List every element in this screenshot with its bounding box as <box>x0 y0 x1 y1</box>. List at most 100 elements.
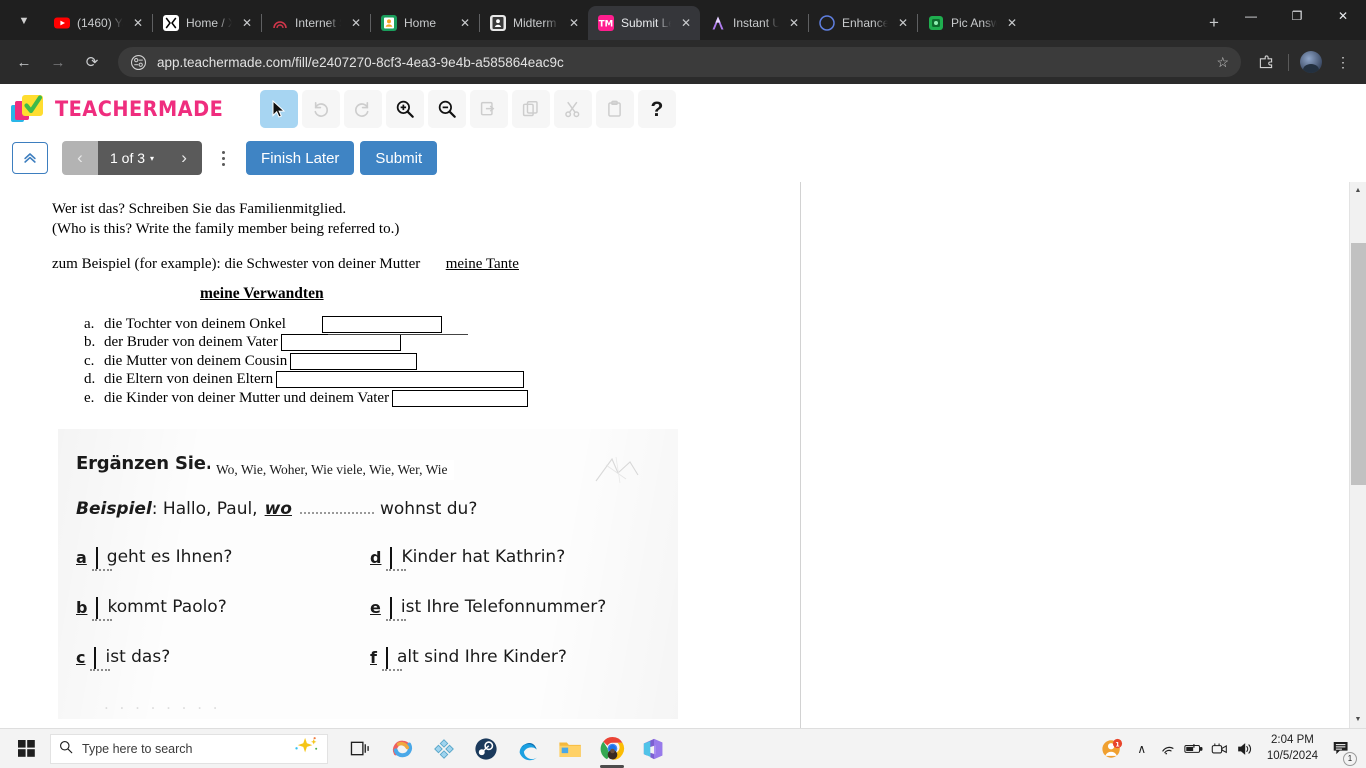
site-settings-icon[interactable] <box>130 54 147 71</box>
volume-icon[interactable] <box>1233 731 1259 767</box>
back-button[interactable]: ← <box>8 46 40 78</box>
page-scrollbar[interactable]: ▲ ▼ <box>1349 182 1366 728</box>
page-indicator[interactable]: 1 of 3 ▾ <box>98 141 167 175</box>
redo-tool-button[interactable] <box>343 90 382 128</box>
forward-button[interactable]: → <box>42 46 74 78</box>
scan-word-bank: Wo, Wie, Woher, Wie viele, Wie, Wer, Wie <box>210 460 454 480</box>
camera-icon[interactable] <box>1207 731 1233 767</box>
reload-button[interactable]: ⟳ <box>76 46 108 78</box>
chevron-down-icon: ▾ <box>150 153 155 163</box>
extensions-icon[interactable] <box>1251 47 1281 77</box>
tab-close-button[interactable]: ✕ <box>786 15 802 31</box>
collapse-toolbar-button[interactable] <box>12 142 48 174</box>
profile-avatar[interactable] <box>1296 47 1326 77</box>
item-answer-input[interactable] <box>276 371 525 389</box>
chevron-down-icon: ▼ <box>18 15 30 27</box>
taskbar-clock[interactable]: 2:04 PM 10/5/2024 <box>1259 733 1326 764</box>
taskbar-search-input[interactable]: Type here to search <box>50 733 328 764</box>
submit-button[interactable]: Submit <box>360 141 438 175</box>
bookmark-star-icon[interactable]: ☆ <box>1216 54 1229 71</box>
maximize-button[interactable]: ❐ <box>1274 0 1320 32</box>
scroll-up-arrow[interactable]: ▲ <box>1350 182 1366 199</box>
duplicate-tool-button[interactable] <box>469 90 508 128</box>
copy-tool-button[interactable] <box>511 90 550 128</box>
tab-close-button[interactable]: ✕ <box>457 15 473 31</box>
browser-tab[interactable]: TM Submit Le ✕ <box>588 6 700 40</box>
tab-search-button[interactable]: ▼ <box>4 4 44 38</box>
scan-example-line: Beispiel : Hallo, Paul, wo wohnst du? <box>76 499 477 519</box>
select-tool-button[interactable] <box>259 90 298 128</box>
scan-answer-input[interactable] <box>385 647 388 669</box>
help-tool-button[interactable]: ? <box>637 90 676 128</box>
item-answer-input[interactable] <box>392 389 529 407</box>
minimize-button[interactable]: — <box>1228 0 1274 32</box>
battery-icon[interactable] <box>1181 731 1207 767</box>
xbox-icon[interactable] <box>424 730 464 768</box>
search-icon <box>59 740 73 757</box>
worksheet-item: d. die Eltern von deinen Eltern <box>84 371 528 390</box>
scan-question-text: ist Ihre Telefonnummer? <box>400 597 607 617</box>
browser-tab[interactable]: Home / X ✕ <box>153 6 261 40</box>
scan-question-text: alt sind Ihre Kinder? <box>396 647 567 667</box>
paste-tool-button[interactable] <box>595 90 634 128</box>
tab-close-button[interactable]: ✕ <box>895 15 911 31</box>
browser-menu-button[interactable]: ⋮ <box>1328 47 1358 77</box>
cut-tool-button[interactable] <box>553 90 592 128</box>
zoom-in-tool-button[interactable] <box>385 90 424 128</box>
more-options-button[interactable] <box>212 150 234 166</box>
next-page-button[interactable]: › <box>166 141 203 175</box>
item-answer-input[interactable] <box>290 352 418 370</box>
scan-answer-input[interactable] <box>96 597 99 619</box>
teachermade-logo[interactable]: TEACHERMADE <box>10 93 238 125</box>
tab-close-button[interactable]: ✕ <box>239 15 255 31</box>
task-view-icon[interactable] <box>340 730 380 768</box>
scroll-thumb[interactable] <box>1350 243 1366 485</box>
start-button[interactable] <box>6 731 46 767</box>
scan-answer-input[interactable] <box>389 597 392 619</box>
scan-cut-off-text: . . . . . . . . <box>104 695 221 713</box>
scan-answer-input[interactable] <box>94 647 97 669</box>
zoom-out-tool-button[interactable] <box>427 90 466 128</box>
scan-example-label: Beispiel <box>76 499 152 519</box>
browser-tab[interactable]: (1460) Yat ✕ <box>44 6 152 40</box>
scanned-worksheet-image: Ergänzen Sie. Wo, Wie, Woher, Wie viele,… <box>58 429 678 719</box>
office-icon[interactable] <box>634 730 674 768</box>
item-answer-input[interactable] <box>280 334 401 352</box>
worksheet-page: Wer ist das? Schreiben Sie das Familienm… <box>8 182 801 728</box>
browser-tab[interactable]: Midterm E ✕ <box>480 6 588 40</box>
portrait-icon <box>490 15 506 31</box>
file-explorer-icon[interactable] <box>550 730 590 768</box>
browser-tab[interactable]: Home ✕ <box>371 6 479 40</box>
close-window-button[interactable]: ✕ <box>1320 0 1366 32</box>
edge-icon[interactable] <box>508 730 548 768</box>
previous-page-button[interactable]: ‹ <box>62 141 98 175</box>
browser-tab[interactable]: Instant Up ✕ <box>700 6 808 40</box>
item-answer-input[interactable] <box>321 315 442 333</box>
wifi-icon[interactable] <box>1155 731 1181 767</box>
tray-expand-chevron-icon[interactable]: ∧ <box>1129 731 1155 767</box>
copilot-sparkle-icon[interactable] <box>293 736 319 761</box>
tab-close-button[interactable]: ✕ <box>130 15 146 31</box>
chrome-icon[interactable] <box>592 730 632 768</box>
finish-later-button[interactable]: Finish Later <box>246 141 355 175</box>
address-bar[interactable]: app.teachermade.com/fill/e2407270-8cf3-4… <box>118 47 1241 77</box>
undo-tool-button[interactable] <box>301 90 340 128</box>
scroll-down-arrow[interactable]: ▼ <box>1350 711 1366 728</box>
tab-close-button[interactable]: ✕ <box>566 15 582 31</box>
browser-tab[interactable]: Enhance A ✕ <box>809 6 917 40</box>
youtube-icon <box>54 15 70 31</box>
tab-close-button[interactable]: ✕ <box>348 15 364 31</box>
tab-close-button[interactable]: ✕ <box>678 15 694 31</box>
new-tab-button[interactable]: + <box>1200 9 1228 37</box>
scan-answer-input[interactable] <box>95 547 98 569</box>
item-marker: e. <box>84 389 95 406</box>
notifications-button[interactable]: 1 <box>1326 731 1357 767</box>
scroll-track[interactable] <box>1350 199 1366 711</box>
copilot-icon[interactable] <box>382 730 422 768</box>
account-alert-icon[interactable]: 1 <box>1095 731 1129 767</box>
scan-answer-input[interactable] <box>390 547 393 569</box>
tab-close-button[interactable]: ✕ <box>1004 15 1020 31</box>
browser-tab[interactable]: Internet S ✕ <box>262 6 370 40</box>
browser-tab[interactable]: Pic Answe ✕ <box>918 6 1026 40</box>
steam-icon[interactable] <box>466 730 506 768</box>
